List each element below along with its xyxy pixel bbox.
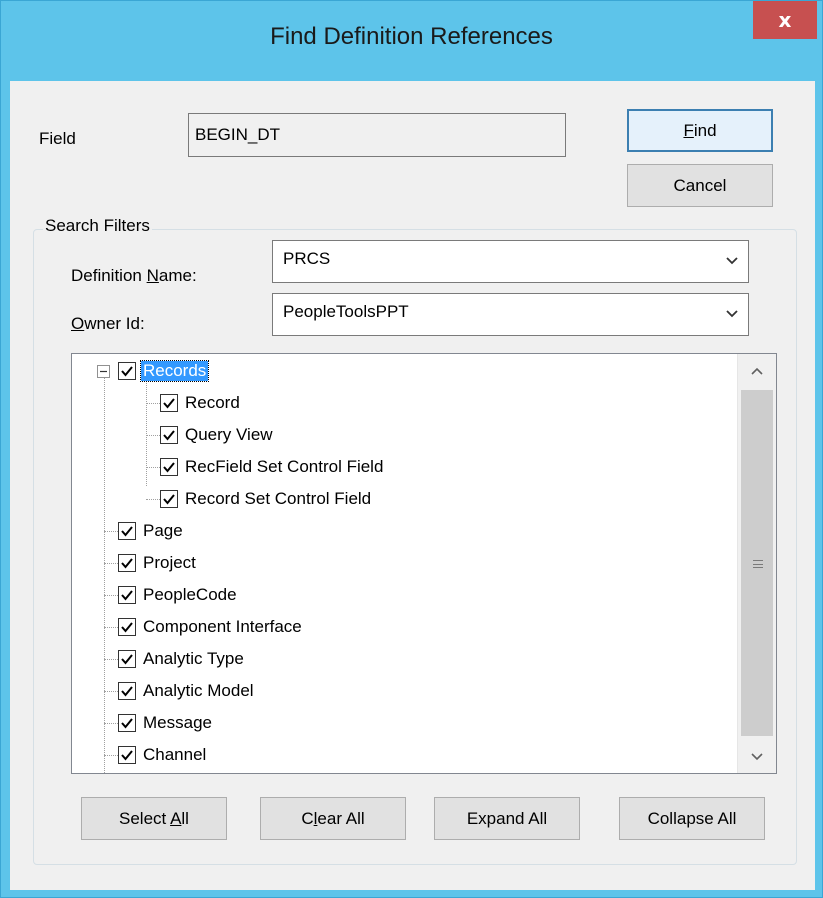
definition-name-label: Definition Name: (71, 266, 197, 285)
tree-scrollbar[interactable] (737, 354, 776, 773)
select-all-button-label: Select All (119, 808, 189, 828)
expand-all-button-label: Expand All (466, 808, 548, 828)
scroll-thumb[interactable] (741, 390, 773, 736)
check-icon (121, 622, 133, 633)
record-checkbox[interactable] (160, 394, 178, 412)
definition-name-select[interactable]: PRCS (272, 240, 749, 283)
tree-node-label: Project (143, 553, 196, 572)
clear-all-button[interactable]: Clear All (260, 797, 406, 840)
chevron-down-icon (751, 753, 763, 761)
field-value: BEGIN_DT (195, 125, 281, 144)
tree-connector (104, 368, 105, 773)
query-view-checkbox[interactable] (160, 426, 178, 444)
tree-node-peoplecode[interactable]: PeopleCode (118, 581, 239, 609)
collapse-all-button[interactable]: Collapse All (619, 797, 765, 840)
field-input[interactable]: BEGIN_DT (188, 113, 566, 157)
check-icon (163, 430, 175, 441)
tree-node-label: RecField Set Control Field (185, 457, 384, 476)
record-set-control-field-checkbox[interactable] (160, 490, 178, 508)
tree-node-component-interface[interactable]: Component Interface (118, 613, 304, 641)
check-icon (121, 750, 133, 761)
cancel-button[interactable]: Cancel (627, 164, 773, 207)
check-icon (121, 590, 133, 601)
tree-node-query-view[interactable]: Query View (160, 421, 275, 449)
component-interface-checkbox[interactable] (118, 618, 136, 636)
page-checkbox[interactable] (118, 522, 136, 540)
scroll-up-button[interactable] (738, 354, 776, 388)
analytic-model-checkbox[interactable] (118, 682, 136, 700)
message-checkbox[interactable] (118, 714, 136, 732)
tree-node-label: Analytic Model (143, 681, 254, 700)
tree-node-page[interactable]: Page (118, 517, 185, 545)
owner-id-select[interactable]: PeopleToolsPPT (272, 293, 749, 336)
tree-node-label: Records (139, 360, 210, 382)
definition-type-tree[interactable]: Records Record Query View RecField Set C… (71, 353, 777, 774)
tree-node-record[interactable]: Record (160, 389, 242, 417)
check-icon (121, 366, 133, 377)
chevron-down-icon (722, 245, 742, 275)
tree-node-channel[interactable]: Channel (118, 741, 208, 769)
minus-box-icon[interactable] (97, 365, 110, 378)
analytic-type-checkbox[interactable] (118, 650, 136, 668)
check-icon (163, 462, 175, 473)
dialog-body: Field BEGIN_DT Find Cancel Search Filter… (10, 81, 815, 890)
recfield-set-control-field-checkbox[interactable] (160, 458, 178, 476)
check-icon (121, 686, 133, 697)
check-icon (121, 718, 133, 729)
close-button[interactable]: x (753, 1, 817, 39)
tree-node-recfield-set-control-field[interactable]: RecField Set Control Field (160, 453, 385, 481)
expand-all-button[interactable]: Expand All (434, 797, 580, 840)
records-checkbox[interactable] (118, 362, 136, 380)
tree-node-label: Channel (143, 745, 207, 764)
grip-icon (753, 560, 763, 568)
cancel-button-label: Cancel (673, 175, 727, 195)
owner-id-label: Owner Id: (71, 314, 145, 333)
owner-id-value: PeopleToolsPPT (283, 302, 409, 321)
clear-all-button-label: Clear All (301, 808, 365, 828)
tree-node-analytic-type[interactable]: Analytic Type (118, 645, 246, 673)
tree-node-project[interactable]: Project (118, 549, 198, 577)
dialog-title: Find Definition References (270, 23, 553, 50)
search-filters-title: Search Filters (43, 216, 152, 236)
tree-node-label: Record (185, 393, 240, 412)
peoplecode-checkbox[interactable] (118, 586, 136, 604)
tree-node-message[interactable]: Message (118, 709, 214, 737)
channel-checkbox[interactable] (118, 746, 136, 764)
tree-connector (146, 378, 147, 486)
check-icon (121, 558, 133, 569)
tree-node-record-set-control-field[interactable]: Record Set Control Field (160, 485, 373, 513)
tree-node-label: Component Interface (143, 617, 302, 636)
tree-node-label: Query View (185, 425, 273, 444)
find-button-label: Find (683, 120, 717, 140)
tree-node-label: PeopleCode (143, 585, 237, 604)
tree-node-label: Message (143, 713, 212, 732)
title-bar[interactable]: Find Definition References x (1, 1, 822, 81)
find-button[interactable]: Find (627, 109, 773, 152)
check-icon (121, 654, 133, 665)
tree-node-label: Analytic Type (143, 649, 244, 668)
tree-node-records[interactable]: Records (118, 357, 210, 385)
find-definition-references-dialog: Find Definition References x Field BEGIN… (0, 0, 823, 898)
check-icon (163, 494, 175, 505)
collapse-all-button-label: Collapse All (647, 808, 737, 828)
project-checkbox[interactable] (118, 554, 136, 572)
field-label: Field (39, 129, 76, 148)
scroll-down-button[interactable] (738, 739, 776, 773)
chevron-up-icon (751, 367, 763, 375)
check-icon (163, 398, 175, 409)
chevron-down-icon (722, 298, 742, 328)
check-icon (121, 526, 133, 537)
select-all-button[interactable]: Select All (81, 797, 227, 840)
close-icon: x (778, 8, 792, 32)
definition-name-value: PRCS (283, 249, 331, 268)
tree-node-label: Page (143, 521, 183, 540)
tree-node-analytic-model[interactable]: Analytic Model (118, 677, 256, 705)
tree-node-label: Record Set Control Field (185, 489, 372, 508)
